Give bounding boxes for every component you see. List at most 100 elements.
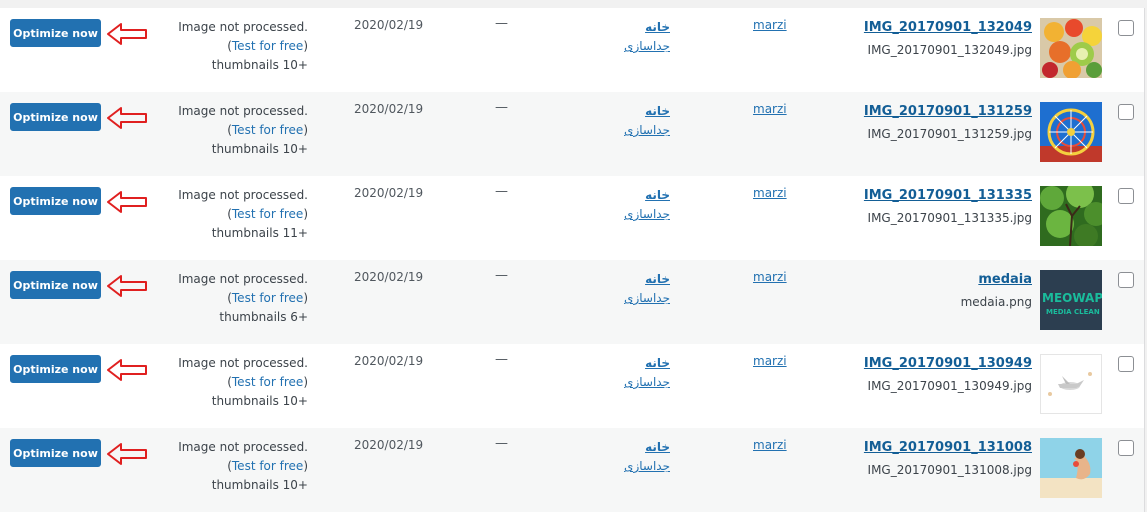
- row-select-checkbox[interactable]: [1118, 188, 1134, 204]
- table-row: Optimize now Image not processed. (Test …: [0, 344, 1144, 428]
- optimize-now-button[interactable]: Optimize now: [10, 355, 101, 383]
- uploaded-to: خانه جداسازی: [600, 438, 670, 476]
- media-list-table: Optimize now Image not processed. (Test …: [0, 8, 1145, 512]
- parent-page-link[interactable]: خانه: [600, 186, 670, 205]
- optimize-now-button[interactable]: Optimize now: [10, 103, 101, 131]
- status-text: Image not processed.: [178, 20, 308, 34]
- media-title-link[interactable]: IMG_20170901_131259: [820, 102, 1032, 122]
- author-link[interactable]: marzi: [753, 438, 787, 452]
- author-link[interactable]: marzi: [753, 186, 787, 200]
- left-arrow-icon: [107, 275, 147, 297]
- left-arrow-icon: [107, 443, 147, 465]
- author-link[interactable]: marzi: [753, 102, 787, 116]
- media-title: IMG_20170901_130949 IMG_20170901_130949.…: [820, 354, 1032, 396]
- media-filename: IMG_20170901_131335.jpg: [867, 211, 1032, 225]
- table-row: Optimize now Image not processed. (Test …: [0, 428, 1144, 512]
- author-link[interactable]: marzi: [753, 354, 787, 368]
- thumbnails-count: thumbnails 6+: [219, 310, 308, 324]
- upload-date: 2020/02/19: [354, 354, 424, 368]
- optimize-now-button[interactable]: Optimize now: [10, 271, 101, 299]
- test-for-free-link[interactable]: Test for free: [232, 123, 303, 137]
- fruit-photo-thumbnail[interactable]: [1040, 18, 1102, 78]
- comments-count: —: [495, 100, 508, 115]
- optimization-status: Image not processed. (Test for free) thu…: [150, 354, 308, 411]
- optimization-status: Image not processed. (Test for free) thu…: [150, 18, 308, 75]
- paren-close: ): [303, 459, 308, 473]
- thumb-logo-text: MEOWAP: [1042, 291, 1102, 305]
- beach-photo-thumbnail[interactable]: [1040, 438, 1102, 498]
- upload-date: 2020/02/19: [354, 102, 424, 116]
- status-text: Image not processed.: [178, 104, 308, 118]
- table-row: Optimize now Image not processed. (Test …: [0, 176, 1144, 260]
- meowapps-logo-thumbnail[interactable]: MEOWAP MEDIA CLEAN: [1040, 270, 1102, 330]
- row-select-checkbox[interactable]: [1118, 440, 1134, 456]
- optimization-status: Image not processed. (Test for free) thu…: [150, 102, 308, 159]
- parent-page-link[interactable]: خانه: [600, 354, 670, 373]
- thumbnails-count: thumbnails 10+: [211, 142, 308, 156]
- paren-close: ): [303, 375, 308, 389]
- paren-close: ): [303, 39, 308, 53]
- ferris-wheel-photo-thumbnail[interactable]: [1040, 102, 1102, 162]
- upload-date: 2020/02/19: [354, 270, 424, 284]
- optimize-now-button[interactable]: Optimize now: [10, 19, 101, 47]
- parent-page-link[interactable]: خانه: [600, 438, 670, 457]
- tree-photo-thumbnail[interactable]: [1040, 186, 1102, 246]
- media-title: IMG_20170901_131008 IMG_20170901_131008.…: [820, 438, 1032, 480]
- status-text: Image not processed.: [178, 272, 308, 286]
- parent-page-link[interactable]: خانه: [600, 18, 670, 37]
- paren-close: ): [303, 291, 308, 305]
- detach-link[interactable]: جداسازی: [600, 37, 670, 56]
- upload-date: 2020/02/19: [354, 438, 424, 452]
- upload-date: 2020/02/19: [354, 18, 424, 32]
- test-for-free-link[interactable]: Test for free: [232, 375, 303, 389]
- detach-link[interactable]: جداسازی: [600, 457, 670, 476]
- media-filename: medaia.png: [960, 295, 1032, 309]
- left-arrow-icon: [107, 359, 147, 381]
- row-select-checkbox[interactable]: [1118, 104, 1134, 120]
- detach-link[interactable]: جداسازی: [600, 121, 670, 140]
- media-title-link[interactable]: medaia: [820, 270, 1032, 290]
- media-filename: IMG_20170901_132049.jpg: [867, 43, 1032, 57]
- detach-link[interactable]: جداسازی: [600, 373, 670, 392]
- left-arrow-icon: [107, 23, 147, 45]
- parent-page-link[interactable]: خانه: [600, 102, 670, 121]
- optimize-now-button[interactable]: Optimize now: [10, 439, 101, 467]
- row-select-checkbox[interactable]: [1118, 272, 1134, 288]
- comments-count: —: [495, 352, 508, 367]
- optimization-status: Image not processed. (Test for free) thu…: [150, 438, 308, 495]
- test-for-free-link[interactable]: Test for free: [232, 207, 303, 221]
- media-filename: IMG_20170901_130949.jpg: [867, 379, 1032, 393]
- author-link[interactable]: marzi: [753, 270, 787, 284]
- optimize-now-button[interactable]: Optimize now: [10, 187, 101, 215]
- thumbnails-count: thumbnails 10+: [211, 478, 308, 492]
- table-row: Optimize now Image not processed. (Test …: [0, 92, 1144, 176]
- thumbnails-count: thumbnails 10+: [211, 394, 308, 408]
- uploaded-to: خانه جداسازی: [600, 18, 670, 56]
- row-select-checkbox[interactable]: [1118, 20, 1134, 36]
- status-text: Image not processed.: [178, 440, 308, 454]
- test-for-free-link[interactable]: Test for free: [232, 459, 303, 473]
- comments-count: —: [495, 16, 508, 31]
- thumbnails-count: thumbnails 11+: [211, 226, 308, 240]
- media-filename: IMG_20170901_131259.jpg: [867, 127, 1032, 141]
- comments-count: —: [495, 268, 508, 283]
- airplane-photo-thumbnail[interactable]: [1040, 354, 1102, 414]
- detach-link[interactable]: جداسازی: [600, 205, 670, 224]
- media-title-link[interactable]: IMG_20170901_132049: [820, 18, 1032, 38]
- parent-page-link[interactable]: خانه: [600, 270, 670, 289]
- test-for-free-link[interactable]: Test for free: [232, 39, 303, 53]
- row-select-checkbox[interactable]: [1118, 356, 1134, 372]
- media-title-link[interactable]: IMG_20170901_130949: [820, 354, 1032, 374]
- paren-close: ): [303, 207, 308, 221]
- thumbnails-count: thumbnails 10+: [211, 58, 308, 72]
- author-link[interactable]: marzi: [753, 18, 787, 32]
- media-title-link[interactable]: IMG_20170901_131335: [820, 186, 1032, 206]
- status-text: Image not processed.: [178, 356, 308, 370]
- uploaded-to: خانه جداسازی: [600, 270, 670, 308]
- test-for-free-link[interactable]: Test for free: [232, 291, 303, 305]
- detach-link[interactable]: جداسازی: [600, 289, 670, 308]
- media-title: IMG_20170901_131259 IMG_20170901_131259.…: [820, 102, 1032, 144]
- upload-date: 2020/02/19: [354, 186, 424, 200]
- media-title-link[interactable]: IMG_20170901_131008: [820, 438, 1032, 458]
- table-row: Optimize now Image not processed. (Test …: [0, 260, 1144, 344]
